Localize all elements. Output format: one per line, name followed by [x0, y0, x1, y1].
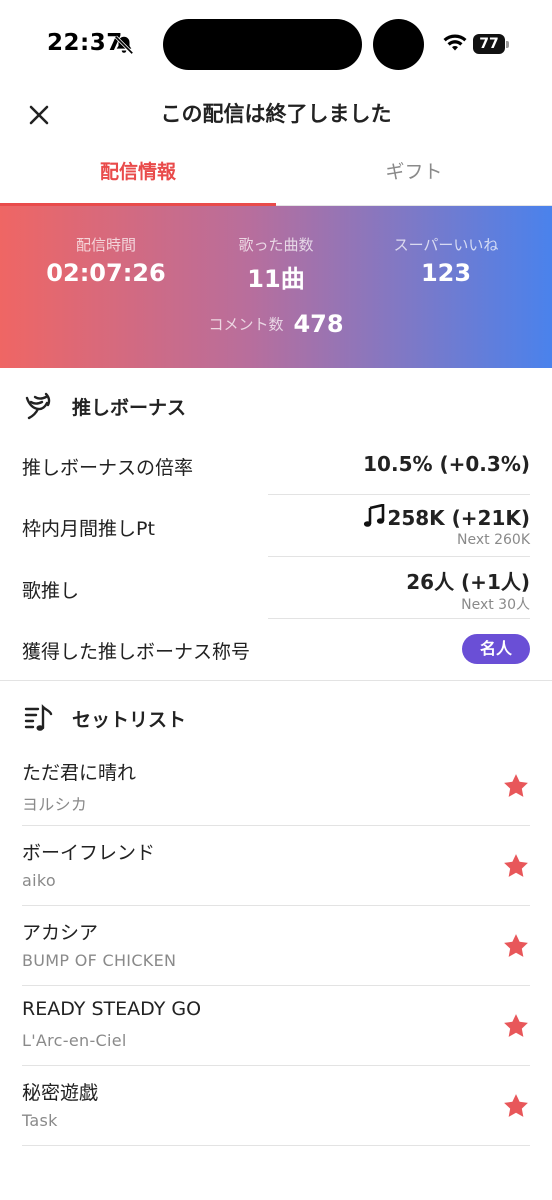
row-label: 推しボーナスの倍率 [22, 457, 194, 479]
divider [268, 618, 530, 619]
row-value: 10.5% (+0.3%) [363, 452, 530, 476]
divider [268, 494, 530, 495]
wifi-icon [443, 34, 467, 51]
stat-value: 02:07:26 [46, 259, 166, 287]
stat-label: スーパーいいね [393, 236, 499, 254]
divider [268, 556, 530, 557]
row-sub: Next 30人 [461, 597, 530, 613]
camera-cutout [373, 19, 424, 70]
bonus-row-song-oshi: 歌推し 26人 (+1人) Next 30人 [0, 558, 552, 620]
wing-icon [25, 392, 51, 420]
song-title: アカシア [22, 922, 99, 944]
stat-stream-time: 配信時間 02:07:26 [14, 234, 198, 287]
star-icon[interactable] [502, 772, 530, 800]
status-time: 22:37 [47, 30, 123, 56]
stat-value: 11曲 [247, 265, 305, 293]
bell-slash-icon [114, 35, 134, 55]
row-sub: Next 260K [457, 532, 530, 548]
row-value-wrap: 258K (+21K) [363, 504, 530, 530]
stat-label: 配信時間 [75, 236, 136, 254]
song-artist: ヨルシカ [22, 795, 88, 814]
setlist-item[interactable]: READY STEADY GO L'Arc-en-Ciel [0, 986, 552, 1066]
music-list-icon [24, 704, 53, 731]
bonus-row-multiplier: 推しボーナスの倍率 10.5% (+0.3%) [0, 436, 552, 496]
song-artist: BUMP OF CHICKEN [22, 951, 177, 970]
stat-value: 478 [293, 310, 344, 338]
song-artist: Task [22, 1111, 58, 1130]
setlist-item[interactable]: 秘密遊戯 Task [0, 1066, 552, 1146]
row-label: 枠内月間推しPt [22, 518, 155, 540]
status-bar: 22:37 77 [0, 0, 552, 88]
battery-level: 77 [473, 34, 505, 54]
star-icon[interactable] [502, 852, 530, 880]
stat-label: 歌った曲数 [238, 236, 314, 254]
song-artist: L'Arc-en-Ciel [22, 1031, 127, 1050]
stat-value: 123 [420, 259, 472, 287]
row-label: 歌推し [22, 580, 80, 602]
star-icon[interactable] [502, 1092, 530, 1120]
battery-tip [506, 41, 509, 48]
divider [22, 1145, 530, 1146]
dynamic-island [163, 19, 362, 70]
section-divider [0, 680, 552, 681]
section-title: 推しボーナス [72, 397, 187, 419]
battery-indicator: 77 [473, 34, 509, 54]
song-title: ボーイフレンド [22, 842, 156, 864]
setlist-item[interactable]: ただ君に晴れ ヨルシカ [0, 746, 552, 826]
bonus-row-monthly-pt: 枠内月間推しPt 258K (+21K) Next 260K [0, 496, 552, 558]
row-label: 獲得した推しボーナス称号 [22, 641, 251, 663]
star-icon[interactable] [502, 1012, 530, 1040]
section-title: セットリスト [72, 709, 187, 731]
stat-label: コメント数 [208, 315, 284, 334]
stats-banner: 配信時間 02:07:26 歌った曲数 11曲 スーパーいいね 123 コメント… [0, 206, 552, 368]
stat-songs-sung: 歌った曲数 11曲 [184, 234, 368, 294]
song-title: READY STEADY GO [22, 998, 202, 1020]
page-title: この配信は終了しました [160, 102, 392, 126]
music-note-icon [364, 504, 385, 527]
song-title: ただ君に晴れ [22, 762, 137, 784]
row-value: 258K (+21K) [387, 506, 530, 530]
tab-gift[interactable]: ギフト [276, 140, 552, 206]
star-icon[interactable] [502, 932, 530, 960]
setlist-section-header: セットリスト [0, 688, 552, 748]
header: この配信は終了しました [0, 88, 552, 140]
stat-comments: コメント数 478 [0, 310, 552, 338]
bonus-section-header: 推しボーナス [0, 376, 552, 436]
stat-super-likes: スーパーいいね 123 [354, 234, 538, 287]
song-artist: aiko [22, 871, 56, 890]
setlist-item[interactable]: アカシア BUMP OF CHICKEN [0, 906, 552, 986]
row-value: 26人 (+1人) [406, 570, 530, 594]
title-badge: 名人 [461, 634, 530, 664]
song-title: 秘密遊戯 [22, 1082, 99, 1104]
tab-bar: 配信情報 ギフト [0, 140, 552, 206]
setlist-item[interactable]: ボーイフレンド aiko [0, 826, 552, 906]
tab-stream-info[interactable]: 配信情報 [0, 140, 276, 206]
